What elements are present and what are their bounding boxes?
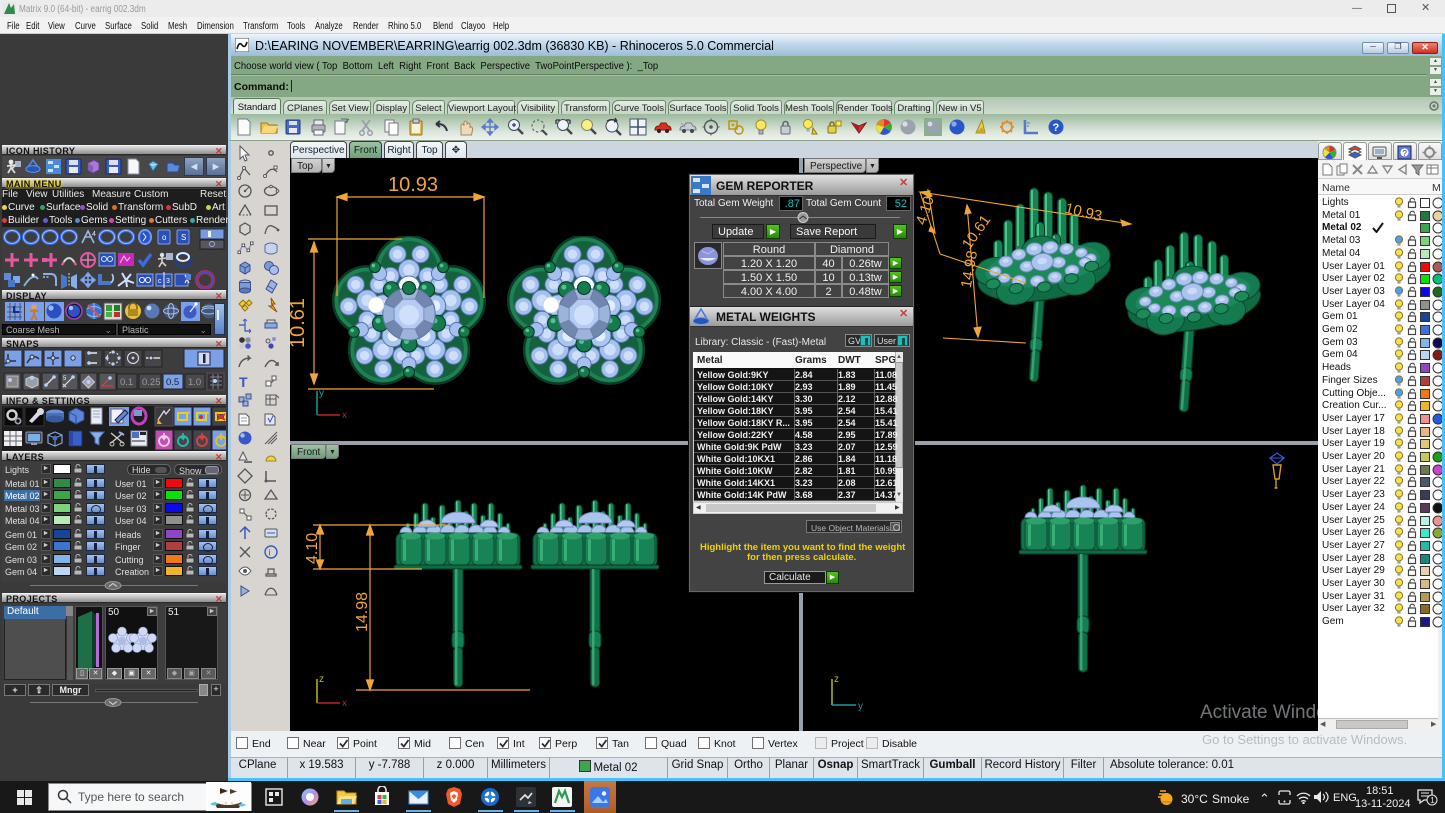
svg-text:3: 3 <box>166 278 170 285</box>
svg-text:z: z <box>834 674 839 685</box>
svg-text:14.98: 14.98 <box>958 249 981 289</box>
svg-text:0.25: 0.25 <box>142 377 161 388</box>
svg-text:14.98: 14.98 <box>354 592 371 632</box>
svg-text:T: T <box>239 374 248 390</box>
svg-text:?: ? <box>1053 122 1060 134</box>
svg-text:x: x <box>342 698 347 709</box>
svg-text:10.61: 10.61 <box>959 212 994 253</box>
svg-text:4.10: 4.10 <box>304 533 321 564</box>
svg-text:c: c <box>158 278 162 285</box>
svg-text:y: y <box>858 701 863 712</box>
svg-text:0.1: 0.1 <box>120 377 133 388</box>
svg-text:x: x <box>342 410 347 421</box>
svg-text:10.93: 10.93 <box>388 174 438 196</box>
svg-text:0.5: 0.5 <box>166 377 179 388</box>
svg-text:10.93: 10.93 <box>1063 200 1103 225</box>
svg-text:4.10: 4.10 <box>913 194 938 227</box>
svg-text:o: o <box>162 233 167 242</box>
svg-text:y: y <box>319 388 324 399</box>
svg-text:10.61: 10.61 <box>290 298 309 348</box>
svg-text:1: 1 <box>1430 796 1435 805</box>
svg-text:1.0: 1.0 <box>188 377 201 388</box>
svg-text:S: S <box>181 233 186 242</box>
svg-text:z: z <box>319 674 324 685</box>
svg-text:?: ? <box>1403 149 1408 158</box>
svg-text:4: 4 <box>92 231 96 238</box>
svg-text:i: i <box>269 548 271 558</box>
